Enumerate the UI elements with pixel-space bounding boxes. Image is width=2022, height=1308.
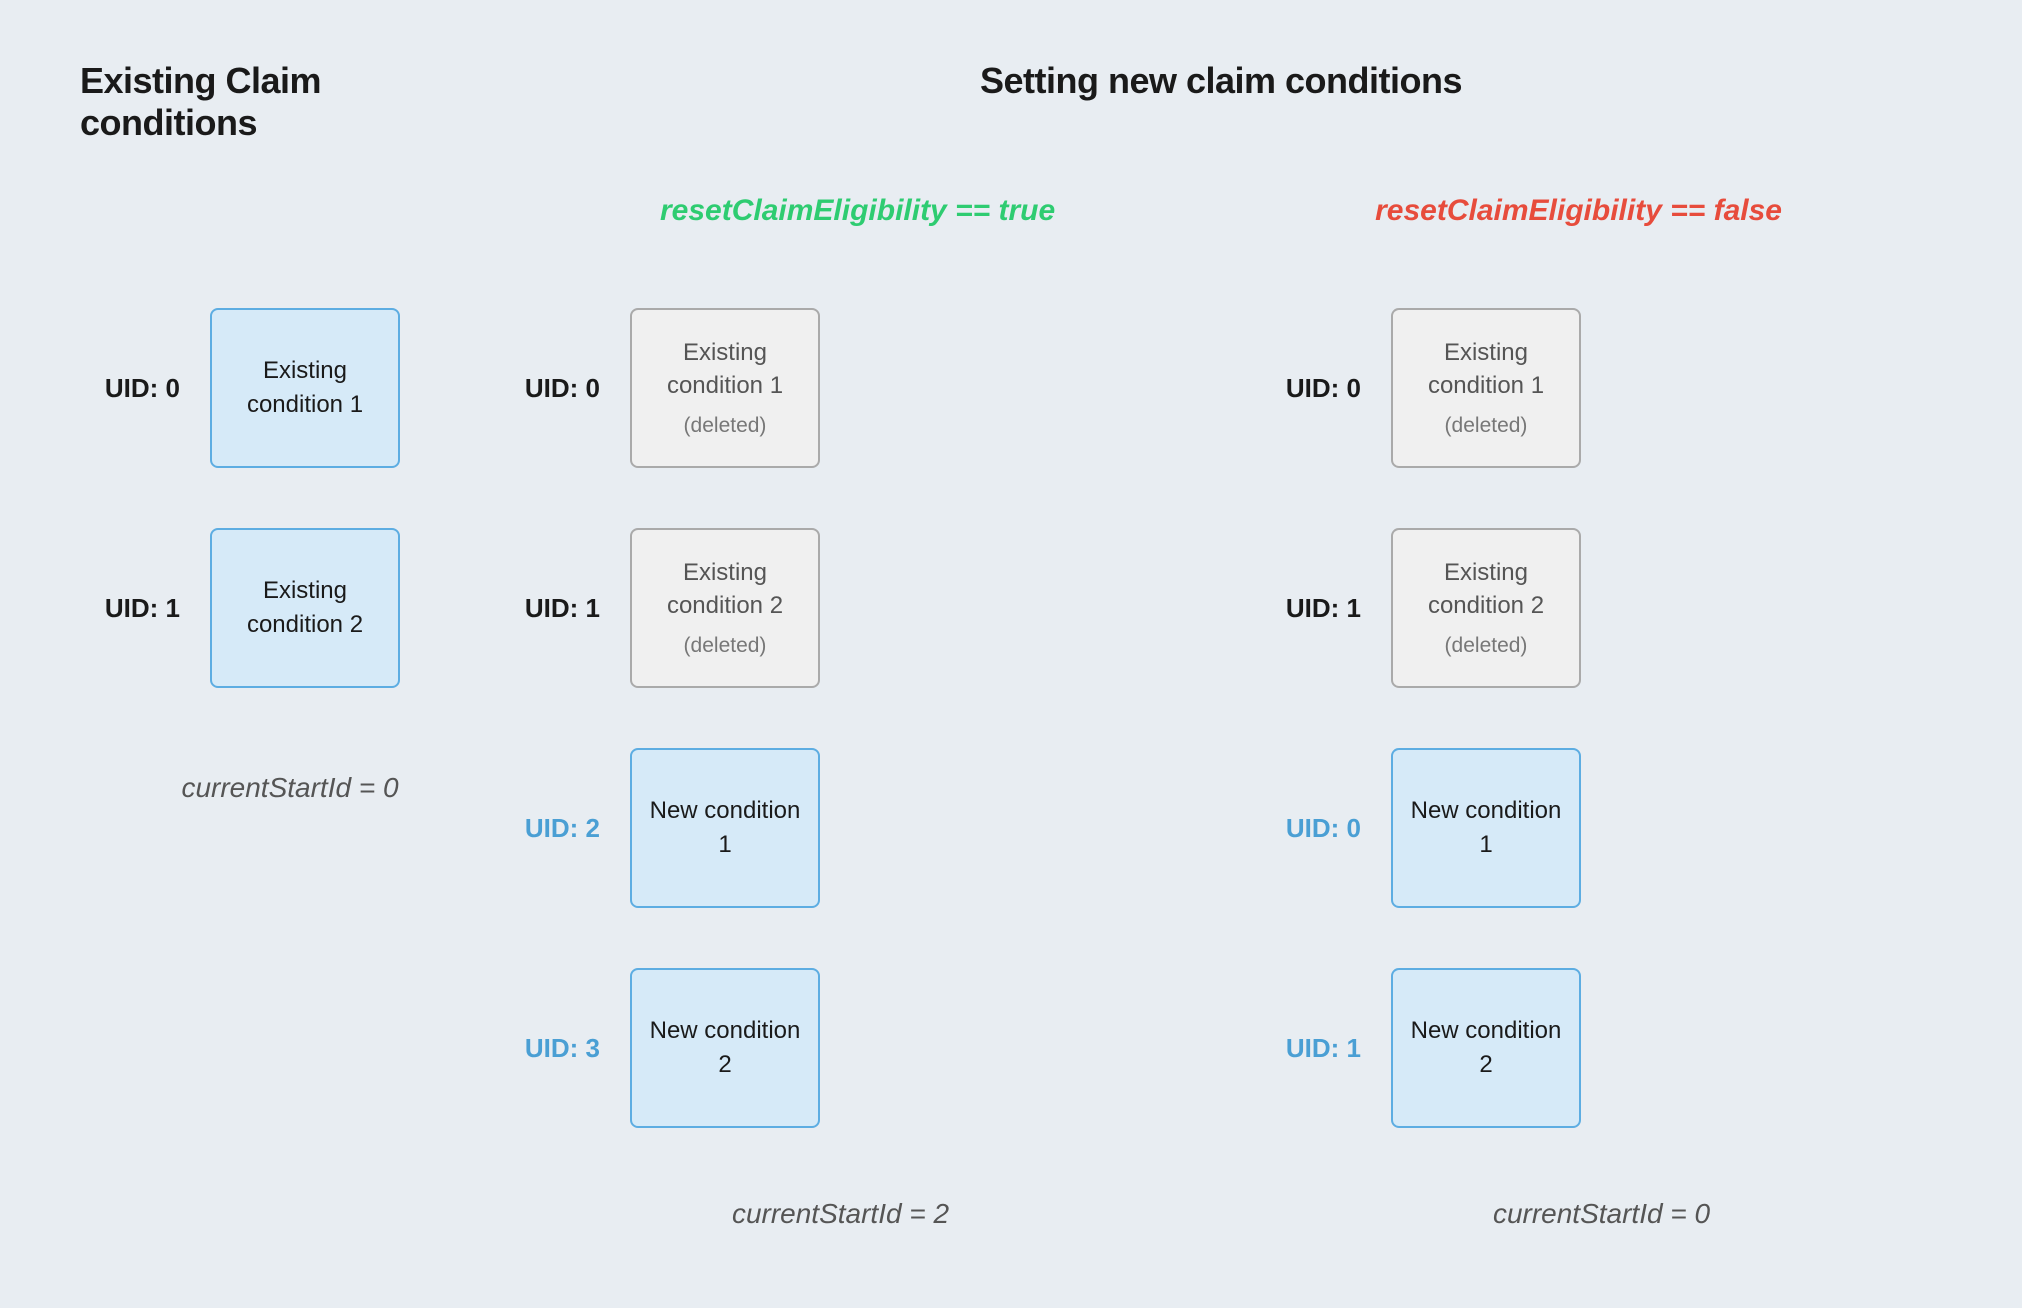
uid-label: UID: 1: [1261, 593, 1361, 624]
condition-box: Existing condition 2: [210, 528, 400, 688]
left-row-item: UID: 1 Existing condition 2: [80, 508, 500, 708]
deleted-label: (deleted): [1445, 631, 1528, 660]
right-columns: UID: 0Existing condition 1(deleted)UID: …: [500, 288, 1942, 1230]
scenario-row-item: UID: 1 Existing condition 2 (deleted): [500, 508, 1181, 708]
left-items: UID: 0 Existing condition 1 UID: 1 Existing…: [80, 288, 500, 728]
uid-label: UID: 0: [500, 373, 600, 404]
right-section-title: Setting new claim conditions: [980, 60, 1462, 101]
condition-label: Existing condition 2: [647, 556, 803, 623]
left-row-item: UID: 0 Existing condition 1: [80, 288, 500, 488]
false-scenario-items: UID: 0Existing condition 1(deleted)UID: …: [1261, 288, 1942, 1168]
subtitle-true: resetClaimEligibility == true: [660, 194, 1055, 228]
false-start-id: currentStartId = 0: [1261, 1198, 1942, 1230]
subtitle-false: resetClaimEligibility == false: [1375, 194, 1782, 228]
uid-label: UID: 3: [500, 1033, 600, 1064]
condition-box: New condition 2: [630, 968, 820, 1128]
left-start-id: currentStartId = 0: [80, 772, 500, 804]
condition-label: Existing condition 1: [647, 336, 803, 403]
condition-box: New condition 1: [630, 748, 820, 908]
scenario-row-item: UID: 0 Existing condition 1 (deleted): [1261, 288, 1942, 488]
right-subtitles: resetClaimEligibility == true resetClaim…: [500, 194, 1942, 228]
true-scenario-items: UID: 0Existing condition 1(deleted)UID: …: [500, 288, 1181, 1168]
subtitle-left-spacer: [80, 194, 500, 228]
uid-label: UID: 0: [80, 373, 180, 404]
left-start-id-row: currentStartId = 0: [80, 748, 500, 828]
condition-box: Existing condition 1 (deleted): [630, 308, 820, 468]
true-scenario: UID: 0Existing condition 1(deleted)UID: …: [500, 288, 1181, 1230]
condition-box: New condition 2: [1391, 968, 1581, 1128]
uid-label: UID: 0: [1261, 813, 1361, 844]
condition-label: Existing condition 1: [1408, 336, 1564, 403]
condition-box: Existing condition 1: [210, 308, 400, 468]
subtitles-row: resetClaimEligibility == true resetClaim…: [80, 194, 1942, 228]
condition-box: Existing condition 2 (deleted): [630, 528, 820, 688]
false-scenario: UID: 0Existing condition 1(deleted)UID: …: [1261, 288, 1942, 1230]
page: Existing Claim conditions Setting new cl…: [0, 0, 2022, 1308]
left-column: UID: 0 Existing condition 1 UID: 1 Existing…: [80, 288, 500, 1230]
scenario-row-item: UID: 0 New condition 1: [1261, 728, 1942, 928]
uid-label: UID: 2: [500, 813, 600, 844]
condition-box: Existing condition 2 (deleted): [1391, 528, 1581, 688]
uid-label: UID: 0: [1261, 373, 1361, 404]
uid-label: UID: 1: [80, 593, 180, 624]
scenario-row-item: UID: 2 New condition 1: [500, 728, 1181, 928]
scenario-row-item: UID: 1 New condition 2: [1261, 948, 1942, 1148]
deleted-label: (deleted): [1445, 411, 1528, 440]
true-start-id: currentStartId = 2: [500, 1198, 1181, 1230]
main-content: UID: 0 Existing condition 1 UID: 1 Existing…: [80, 288, 1942, 1230]
deleted-label: (deleted): [684, 411, 767, 440]
uid-label: UID: 1: [1261, 1033, 1361, 1064]
scenario-row-item: UID: 1 Existing condition 2 (deleted): [1261, 508, 1942, 708]
titles-row: Existing Claim conditions Setting new cl…: [80, 60, 1942, 144]
scenario-row-item: UID: 3 New condition 2: [500, 948, 1181, 1148]
left-section-title-area: Existing Claim conditions: [80, 60, 500, 144]
uid-label: UID: 1: [500, 593, 600, 624]
condition-box: Existing condition 1 (deleted): [1391, 308, 1581, 468]
left-section-title: Existing Claim conditions: [80, 60, 321, 143]
right-section-title-area: Setting new claim conditions: [500, 60, 1942, 102]
deleted-label: (deleted): [684, 631, 767, 660]
scenario-row-item: UID: 0 Existing condition 1 (deleted): [500, 288, 1181, 488]
condition-box: New condition 1: [1391, 748, 1581, 908]
condition-label: Existing condition 2: [1408, 556, 1564, 623]
